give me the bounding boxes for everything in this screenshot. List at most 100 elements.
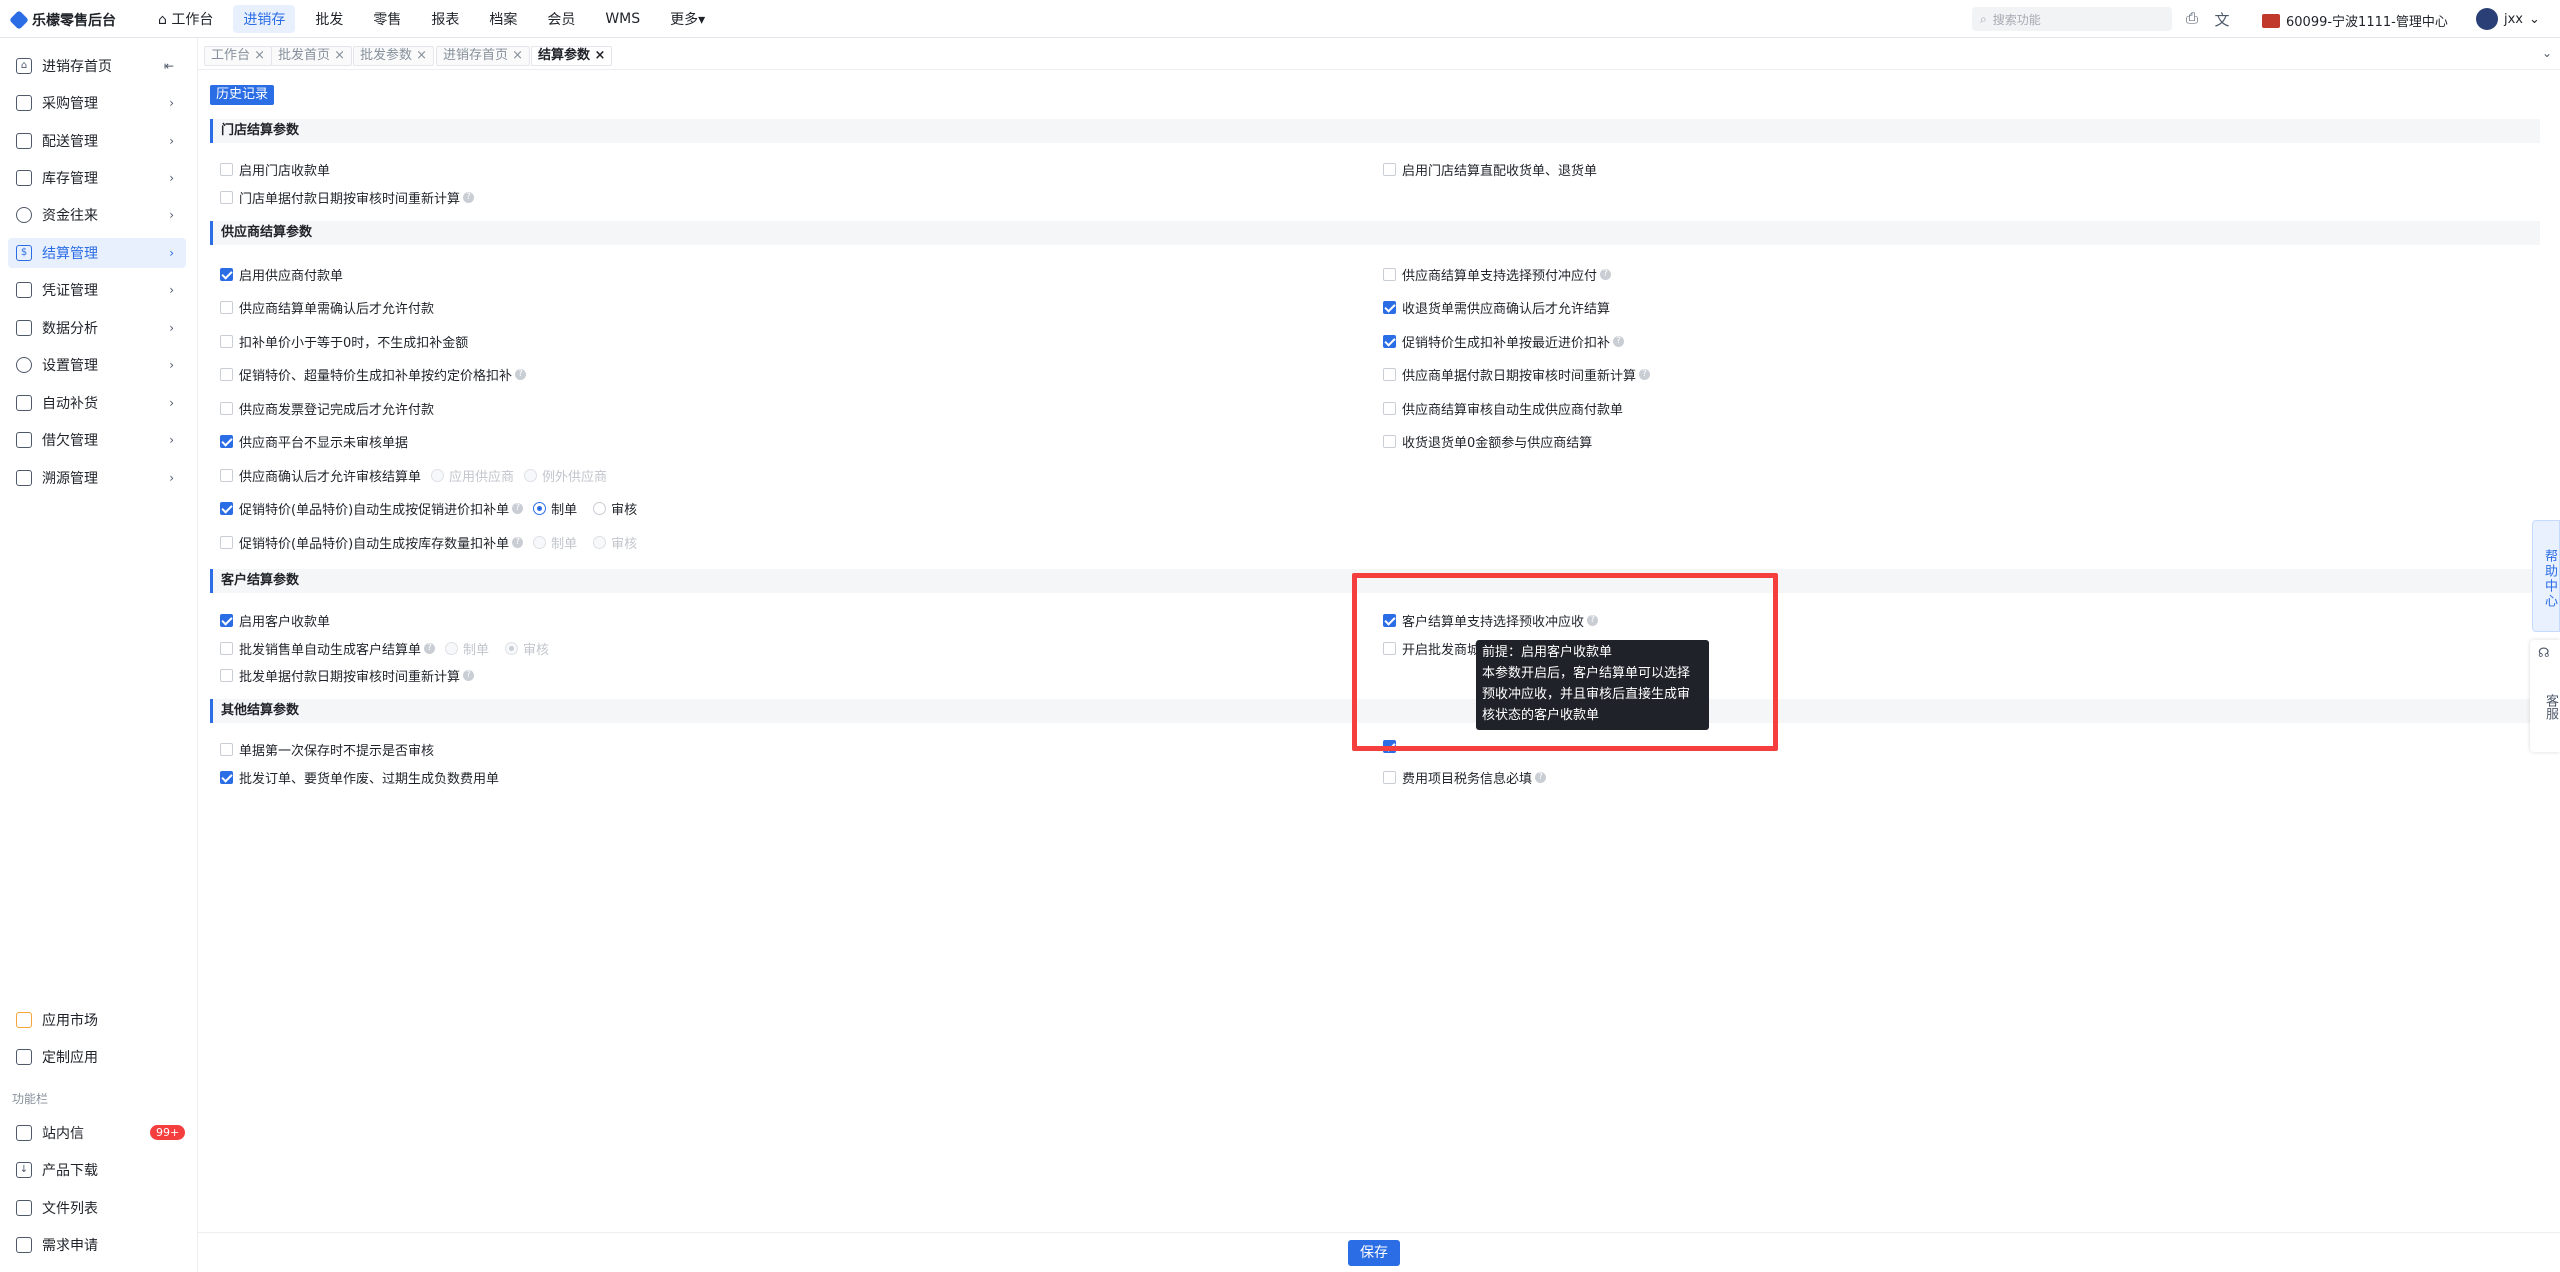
opt-return-confirm[interactable]: 收退货单需供应商确认后才允许结算 [1383,298,1610,317]
opt-supplier-confirm-pay[interactable]: 供应商结算单需确认后才允许付款 [220,298,434,317]
help-icon[interactable]: ? [1535,772,1547,783]
sidebar-item-app-market[interactable]: 应用市场 [8,1005,186,1035]
tab-settlement-params[interactable]: 结算参数 × [531,46,613,66]
save-button[interactable]: 保存 [1348,1240,1400,1266]
app-logo[interactable]: 乐檬零售后台 [9,10,116,30]
print-icon[interactable]: ⎙ [2182,9,2202,29]
help-center-button[interactable]: 帮助中心 [2532,520,2560,632]
sidebar-item-purchase[interactable]: 采购管理 › [8,88,186,118]
sidebar-item-settings[interactable]: 设置管理 › [8,350,186,380]
opt-no-audit-prompt[interactable]: 单据第一次保存时不提示是否审核 [220,740,434,759]
checkbox[interactable] [1383,163,1396,176]
checkbox[interactable] [1383,771,1396,784]
sidebar-item-custom-app[interactable]: 定制应用 [8,1042,186,1072]
sidebar-item-stock[interactable]: 库存管理 › [8,163,186,193]
opt-promo-agreed[interactable]: 促销特价、超量特价生成扣补单按约定价格扣补? [220,365,527,384]
checkbox[interactable] [1383,368,1396,381]
radio-audit[interactable]: 审核 [593,499,637,518]
opt-store-paydate[interactable]: 门店单据付款日期按审核时间重新计算? [220,188,475,207]
help-icon[interactable]: ? [463,670,475,681]
checkbox[interactable] [220,191,233,204]
sidebar-item-voucher[interactable]: 凭证管理 › [8,275,186,305]
history-button[interactable]: 历史记录 [210,85,275,105]
sidebar-item-request[interactable]: 需求申请 [8,1230,186,1260]
help-icon[interactable]: ? [1639,369,1651,380]
tab-wholesale-home[interactable]: 批发首页 × [271,46,353,66]
sidebar-item-files[interactable]: 文件列表 [8,1193,186,1223]
nav-more[interactable]: 更多▾ [660,5,715,33]
close-icon[interactable]: × [254,48,265,63]
tab-workbench[interactable]: 工作台 × [204,46,273,66]
opt-tax-required[interactable]: 费用项目税务信息必填? [1383,768,1547,787]
checkbox[interactable] [220,301,233,314]
opt-confirm-audit[interactable]: 供应商确认后才允许审核结算单 应用供应商 例外供应商 [220,466,607,485]
checkbox[interactable] [1383,335,1396,348]
sidebar-item-debt[interactable]: 借欠管理 › [8,425,186,455]
collapse-icon[interactable]: ⇤ [164,59,174,73]
store-selector[interactable]: 60099-宁波1111-管理中心 [2262,11,2448,30]
nav-wholesale[interactable]: 批发 [305,5,353,33]
opt-supplier-paydate[interactable]: 供应商单据付款日期按审核时间重新计算? [1383,365,1651,384]
checkbox[interactable] [220,402,233,415]
opt-deduct-zero[interactable]: 扣补单价小于等于0时，不生成扣补金额 [220,332,468,351]
sidebar-item-messages[interactable]: 站内信 99+ [8,1118,186,1148]
nav-archive[interactable]: 档案 [479,5,527,33]
help-icon[interactable]: ? [1600,269,1612,280]
checkbox[interactable] [220,502,233,515]
close-icon[interactable]: × [416,48,427,63]
opt-wholesale-paydate[interactable]: 批发单据付款日期按审核时间重新计算? [220,666,475,685]
checkbox[interactable] [1383,402,1396,415]
help-icon[interactable]: ? [515,369,527,380]
customer-service-button[interactable]: ☊ 客服 [2530,640,2560,752]
checkbox[interactable] [220,368,233,381]
opt-invoice-pay[interactable]: 供应商发票登记完成后才允许付款 [220,399,434,418]
checkbox[interactable] [220,163,233,176]
sidebar-item-settlement[interactable]: $ 结算管理 › [8,238,186,268]
nav-workbench[interactable]: ⌂ 工作台 [148,5,223,33]
opt-customer-receipt[interactable]: 启用客户收款单 [220,611,330,630]
opt-promo-price-deduct[interactable]: 促销特价(单品特价)自动生成按促销进价扣补单? 制单 审核 [220,499,637,518]
help-icon[interactable]: ? [512,537,524,548]
sidebar-item-home[interactable]: ⌂ 进销存首页 ⇤ [8,51,186,81]
nav-report[interactable]: 报表 [421,5,469,33]
sidebar-item-trace[interactable]: 溯源管理 › [8,463,186,493]
checkbox[interactable] [220,536,233,549]
opt-hide-unaudited[interactable]: 供应商平台不显示未审核单据 [220,432,408,451]
checkbox[interactable] [220,335,233,348]
close-icon[interactable]: × [512,48,523,63]
tab-wholesale-params[interactable]: 批发参数 × [353,46,435,66]
checkbox[interactable] [1383,435,1396,448]
opt-prepay-offset[interactable]: 供应商结算单支持选择预付冲应付? [1383,265,1612,284]
help-icon[interactable]: ? [1613,336,1625,347]
checkbox[interactable] [220,669,233,682]
checkbox[interactable] [1383,301,1396,314]
help-icon[interactable]: ? [512,503,524,514]
sidebar-item-analysis[interactable]: 数据分析 › [8,313,186,343]
checkbox[interactable] [220,435,233,448]
chevron-down-icon[interactable]: ⌄ [2542,46,2552,60]
nav-inventory[interactable]: 进销存 [233,5,296,33]
opt-store-direct[interactable]: 启用门店结算直配收货单、退货单 [1383,160,1597,179]
checkbox[interactable] [220,771,233,784]
opt-supplier-payment[interactable]: 启用供应商付款单 [220,265,343,284]
checkbox[interactable] [220,469,233,482]
sidebar-item-replenish[interactable]: 自动补货 › [8,388,186,418]
opt-auto-payment[interactable]: 供应商结算审核自动生成供应商付款单 [1383,399,1623,418]
sidebar-item-download[interactable]: ↓ 产品下载 [8,1155,186,1185]
checkbox[interactable] [1383,268,1396,281]
checkbox[interactable] [220,743,233,756]
translate-icon[interactable]: 文 [2212,9,2232,29]
opt-promo-stock-deduct[interactable]: 促销特价(单品特价)自动生成按库存数量扣补单? 制单 审核 [220,533,637,552]
radio-draft[interactable]: 制单 [533,499,577,518]
search-input[interactable]: ⌕ 搜索功能 [1972,7,2172,31]
help-icon[interactable]: ? [424,643,436,654]
nav-member[interactable]: 会员 [537,5,585,33]
sidebar-item-delivery[interactable]: 配送管理 › [8,126,186,156]
nav-retail[interactable]: 零售 [363,5,411,33]
nav-wms[interactable]: WMS [595,7,650,31]
checkbox[interactable] [220,614,233,627]
checkbox[interactable] [220,268,233,281]
close-icon[interactable]: × [334,48,345,63]
user-menu[interactable]: jxx ⌄ [2476,8,2540,30]
checkbox[interactable] [220,642,233,655]
